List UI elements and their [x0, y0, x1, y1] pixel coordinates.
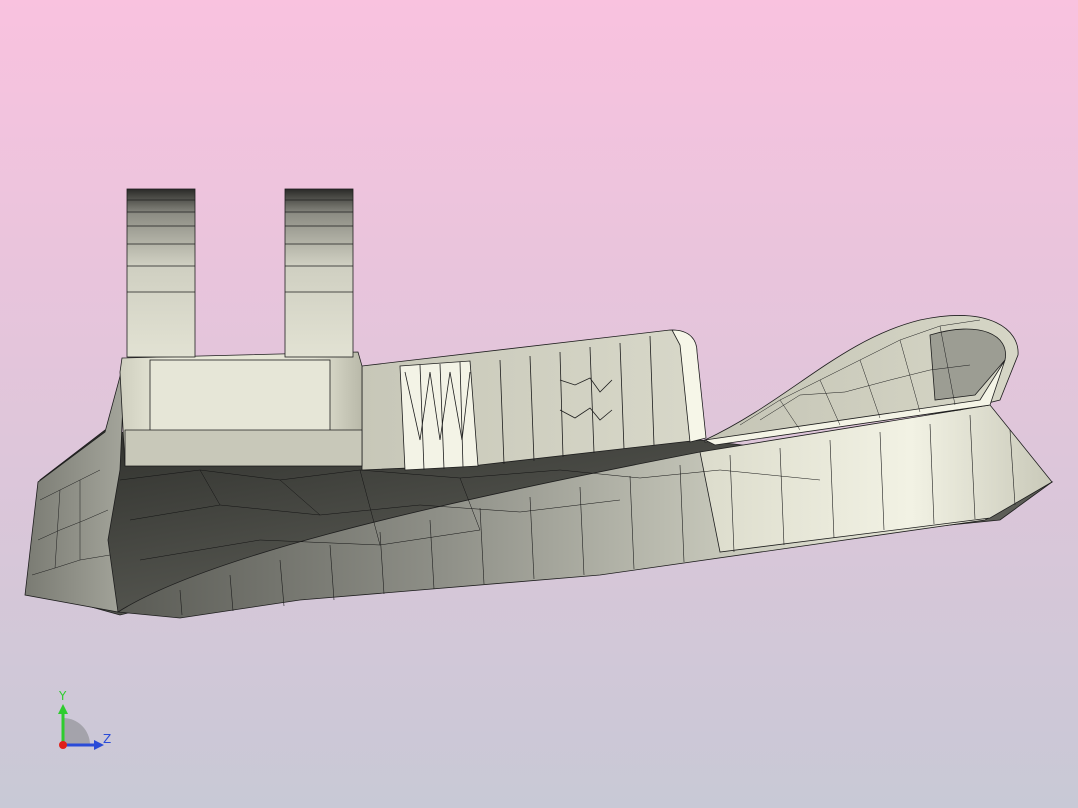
z-axis-label: Z: [103, 732, 111, 746]
3d-viewport[interactable]: Y Z: [0, 0, 1078, 808]
prong-left: [126, 188, 196, 358]
viewport-canvas[interactable]: Y Z: [0, 0, 1078, 808]
clamp-block-face: [149, 359, 331, 436]
prong-right: [284, 188, 354, 358]
ramp-stripe-region: [399, 360, 479, 471]
y-axis-label: Y: [58, 689, 67, 703]
x-axis-point-icon: [59, 741, 67, 749]
clamp-block-lower-mesh: [124, 429, 363, 467]
